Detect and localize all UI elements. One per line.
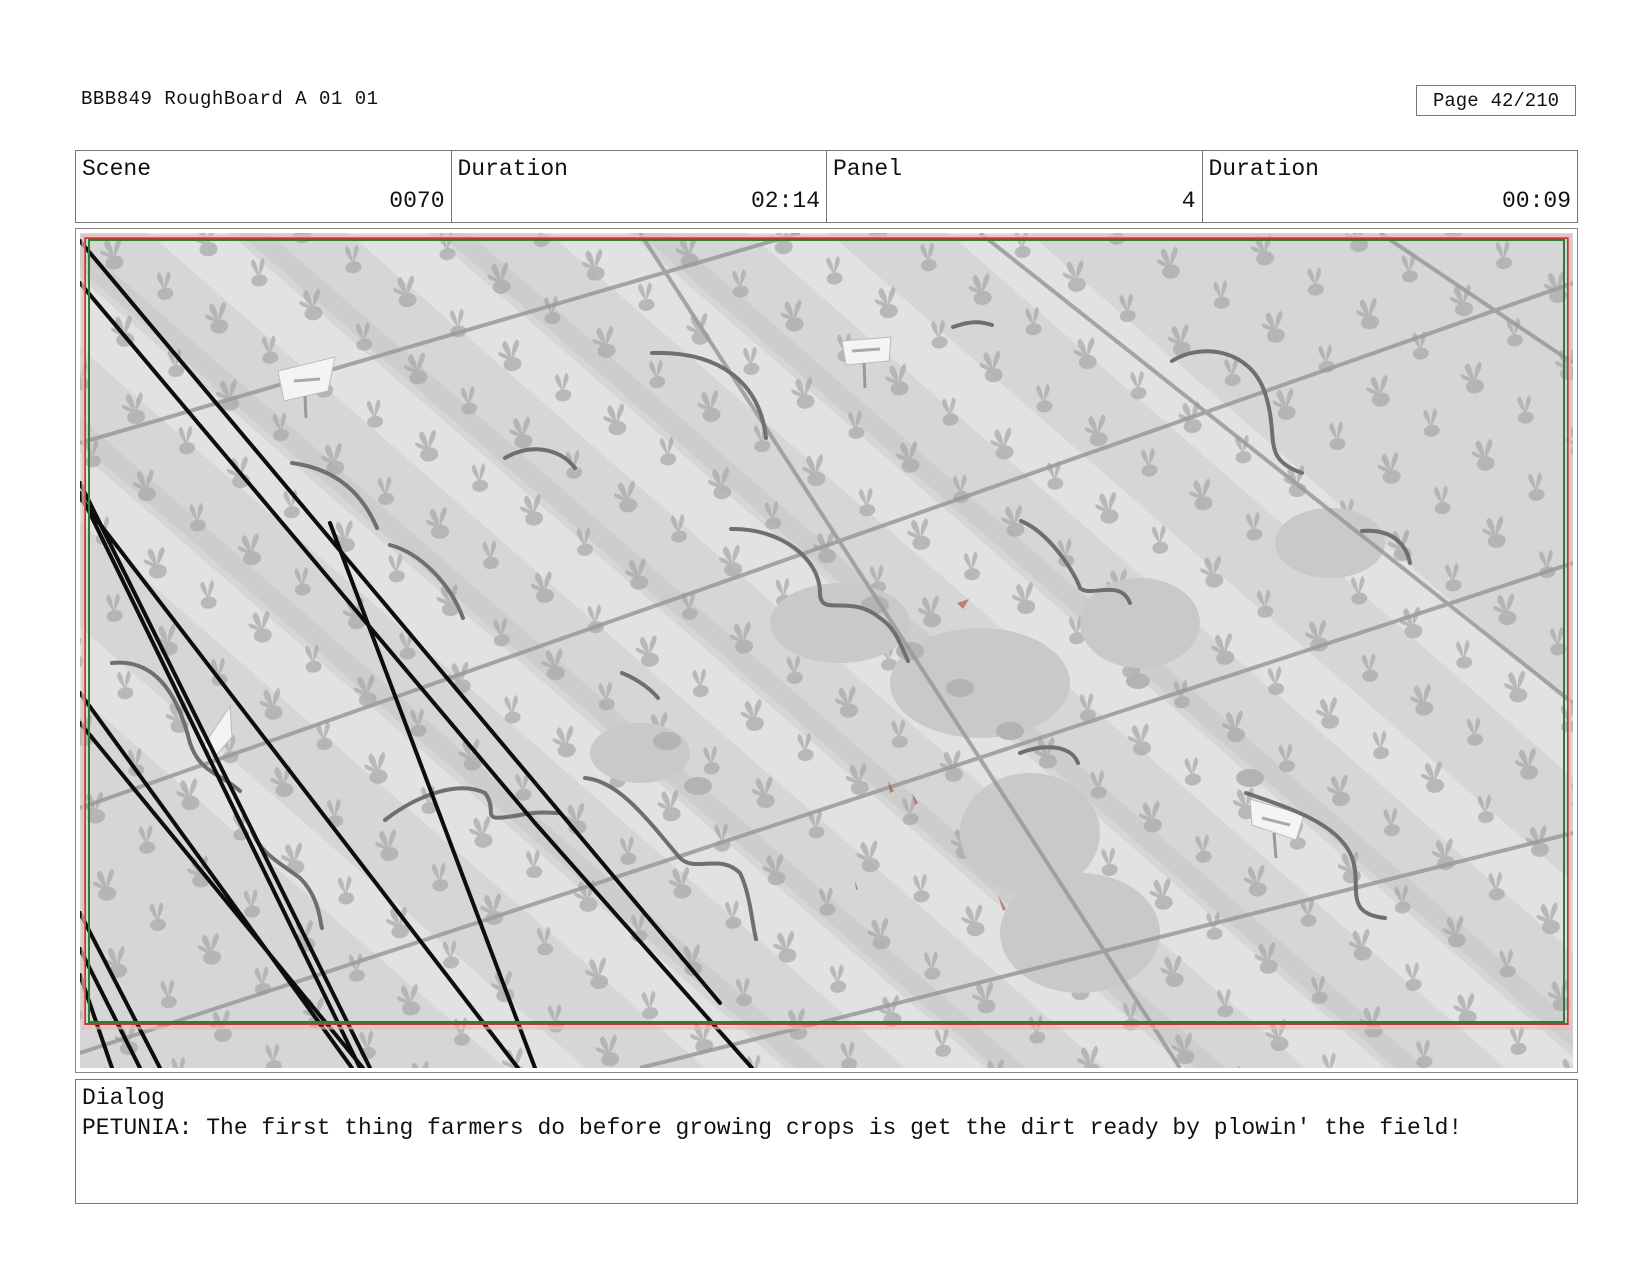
- scene-label: Scene: [82, 156, 152, 182]
- scene-cell: Scene 0070: [76, 151, 452, 222]
- dialog-box: Dialog PETUNIA: The first thing farmers …: [75, 1079, 1578, 1204]
- document-title: BBB849 RoughBoard A 01 01: [81, 88, 379, 110]
- page-indicator: Page 42/210: [1416, 85, 1576, 116]
- panel-duration-value: 00:09: [1501, 188, 1571, 214]
- dialog-label: Dialog: [82, 1085, 165, 1111]
- scene-duration-value: 02:14: [750, 188, 820, 214]
- dialog-text: PETUNIA: The first thing farmers do befo…: [82, 1115, 1463, 1141]
- panel-duration-cell: Duration 00:09: [1203, 151, 1578, 222]
- panel-label: Panel: [833, 156, 903, 182]
- panel-cell: Panel 4: [827, 151, 1203, 222]
- storyboard-panel: [75, 228, 1578, 1073]
- panel-value: 4: [1181, 188, 1196, 214]
- scene-value: 0070: [389, 188, 445, 214]
- page-number: 42/210: [1490, 89, 1560, 112]
- storyboard-drawing: [80, 233, 1573, 1068]
- page-label: Page: [1432, 89, 1479, 112]
- panel-duration-label: Duration: [1208, 156, 1319, 182]
- scene-duration-cell: Duration 02:14: [452, 151, 827, 222]
- panel-info-bar: Scene 0070 Duration 02:14 Panel 4 Durati…: [75, 150, 1578, 223]
- scene-duration-label: Duration: [457, 156, 568, 182]
